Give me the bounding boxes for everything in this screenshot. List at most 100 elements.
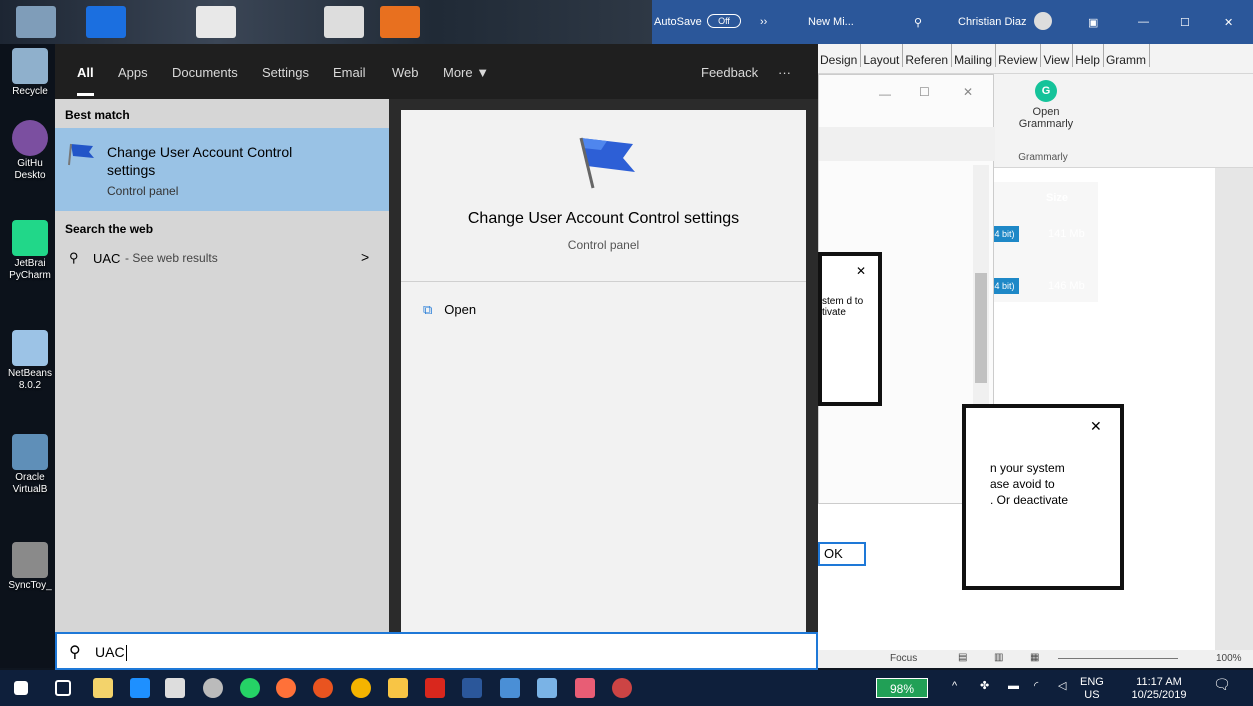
autosave-toggle[interactable]: Off <box>707 14 741 28</box>
tab-view[interactable]: View <box>1041 44 1074 67</box>
desktop-icon-github[interactable]: GitHu Deskto <box>4 120 56 182</box>
desktop-icon-synctoy[interactable]: SyncToy_ <box>4 542 56 592</box>
search-input[interactable]: ⚲ UAC <box>55 632 818 670</box>
tab-web[interactable]: Web <box>392 65 419 80</box>
unity-icon <box>324 6 364 38</box>
table-size: 146 Mb <box>1048 280 1085 292</box>
snipping-icon[interactable] <box>612 678 632 698</box>
app-icon[interactable] <box>575 678 595 698</box>
dropbox-icon <box>86 6 126 38</box>
matlab-icon <box>380 6 420 38</box>
firefox-icon[interactable] <box>276 678 296 698</box>
action-center-icon[interactable]: 🗨 <box>1213 677 1231 691</box>
word-title-bar: AutoSave Off ›› New Mi... ⚲ Christian Di… <box>652 0 1253 44</box>
uac-dialog-1: ✕ stem d to tivate <box>818 252 882 406</box>
volume-icon[interactable]: ◁ <box>1058 681 1066 692</box>
dialog-close-icon[interactable]: ✕ <box>1090 418 1102 435</box>
tab-references[interactable]: Referen <box>903 44 953 67</box>
l-app-icon[interactable] <box>130 678 150 698</box>
print-layout-icon[interactable]: ▥ <box>994 652 1003 663</box>
text-caret <box>125 645 127 662</box>
more-options-icon[interactable]: ··· <box>778 65 791 80</box>
tab-more[interactable]: More ▼ <box>443 65 489 80</box>
zoom-slider[interactable] <box>1058 658 1178 659</box>
search-icon[interactable]: ⚲ <box>914 16 922 29</box>
word-status-bar: Focus ▤ ▥ ▦ 100% <box>818 650 1253 668</box>
ok-button[interactable]: OK <box>818 542 866 566</box>
acrobat-icon[interactable] <box>425 678 445 698</box>
desktop-thumbnails <box>0 0 652 44</box>
desktop-icon-netbeans[interactable]: NetBeans 8.0.2 <box>4 330 56 392</box>
clock[interactable]: 11:17 AM 10/25/2019 <box>1124 677 1194 701</box>
control-panel-icon[interactable] <box>500 678 520 698</box>
desktop-icon-pycharm[interactable]: JetBrai PyCharm <box>4 220 56 282</box>
desktop-icon-virtualbox[interactable]: Oracle VirtualB <box>4 434 56 496</box>
desktop-icon-recycle[interactable]: Recycle <box>4 48 56 98</box>
battery-indicator[interactable]: 98% <box>876 678 928 698</box>
language-indicator[interactable]: ENG US <box>1080 677 1104 701</box>
detail-subtitle: Control panel <box>567 238 640 252</box>
window-minimize-icon[interactable]: — <box>879 87 891 101</box>
focus-mode-button[interactable]: Focus <box>890 653 917 664</box>
start-button-icon[interactable] <box>14 681 28 695</box>
show-hidden-icons[interactable]: ^ <box>952 681 957 692</box>
best-match-result[interactable]: Change User Account Control settings Con… <box>55 128 389 211</box>
open-grammarly-button[interactable]: G Open Grammarly <box>1016 80 1076 140</box>
whatsapp-icon[interactable] <box>240 678 260 698</box>
tab-email[interactable]: Email <box>333 65 366 80</box>
word-icon[interactable] <box>462 678 482 698</box>
dropbox-tray-icon[interactable]: ✤ <box>980 681 989 692</box>
tab-all[interactable]: All <box>77 65 94 96</box>
close-icon[interactable]: ✕ <box>1224 16 1233 29</box>
web-result-row[interactable]: ⚲ UAC - See web results > <box>55 245 389 273</box>
read-mode-icon[interactable]: ▤ <box>958 652 967 663</box>
chevron-right-icon[interactable]: > <box>361 249 369 265</box>
open-icon: ⧉ <box>423 302 433 317</box>
minimize-icon[interactable]: — <box>1138 16 1149 28</box>
tab-layout[interactable]: Layout <box>861 44 904 67</box>
virtualbox-icon <box>12 434 48 470</box>
dialog-close-icon[interactable]: ✕ <box>856 264 866 278</box>
recycle-bin-icon <box>12 48 48 84</box>
best-match-title: Change User Account Control settings <box>107 144 293 178</box>
tab-mailings[interactable]: Mailing <box>952 44 997 67</box>
scrollbar-thumb[interactable] <box>975 273 987 383</box>
wechat-icon[interactable] <box>203 678 223 698</box>
taskbar: 98% ^ ✤ ▬ ◜ ◁ ENG US 11:17 AM 10/25/2019… <box>0 670 1253 706</box>
calendar-icon[interactable] <box>165 678 185 698</box>
virtualbox-taskbar-icon[interactable] <box>537 678 557 698</box>
tab-grammarly[interactable]: Gramm <box>1104 44 1150 67</box>
user-name[interactable]: Christian Diaz <box>958 16 1026 28</box>
ubuntu-icon[interactable] <box>313 678 333 698</box>
result-detail-pane: Change User Account Control settings Con… <box>401 110 806 632</box>
zoom-level[interactable]: 100% <box>1216 653 1242 664</box>
battery-tray-icon[interactable]: ▬ <box>1008 681 1019 692</box>
document-thumb-icon <box>196 6 236 38</box>
task-view-icon[interactable] <box>55 680 71 696</box>
file-explorer-icon[interactable] <box>388 678 408 698</box>
uac-flag-icon <box>68 143 94 166</box>
wifi-icon[interactable]: ◜ <box>1034 681 1038 692</box>
search-tabs: All Apps Documents Settings Email Web Mo… <box>55 44 818 99</box>
autosave-label: AutoSave <box>654 16 702 28</box>
detail-header: Change User Account Control settings Con… <box>401 110 806 282</box>
open-action[interactable]: ⧉ Open <box>423 302 476 318</box>
window-maximize-icon[interactable]: ☐ <box>919 85 930 99</box>
tab-review[interactable]: Review <box>996 44 1042 67</box>
tab-apps[interactable]: Apps <box>118 65 148 80</box>
ribbon-display-icon[interactable]: ▣ <box>1088 16 1098 29</box>
tab-documents[interactable]: Documents <box>172 65 238 80</box>
chrome-icon[interactable] <box>351 678 371 698</box>
web-layout-icon[interactable]: ▦ <box>1030 652 1039 663</box>
overflow-chevron-icon[interactable]: ›› <box>760 16 767 28</box>
window-close-icon[interactable]: ✕ <box>963 85 973 99</box>
tab-design[interactable]: Design <box>818 44 862 67</box>
feedback-link[interactable]: Feedback <box>701 65 758 80</box>
synctoy-icon <box>12 542 48 578</box>
tab-help[interactable]: Help <box>1073 44 1104 67</box>
store-icon[interactable] <box>93 678 113 698</box>
maximize-icon[interactable]: ☐ <box>1180 16 1190 29</box>
best-match-subtitle: Control panel <box>107 184 179 198</box>
avatar[interactable] <box>1034 12 1052 30</box>
tab-settings[interactable]: Settings <box>262 65 309 80</box>
